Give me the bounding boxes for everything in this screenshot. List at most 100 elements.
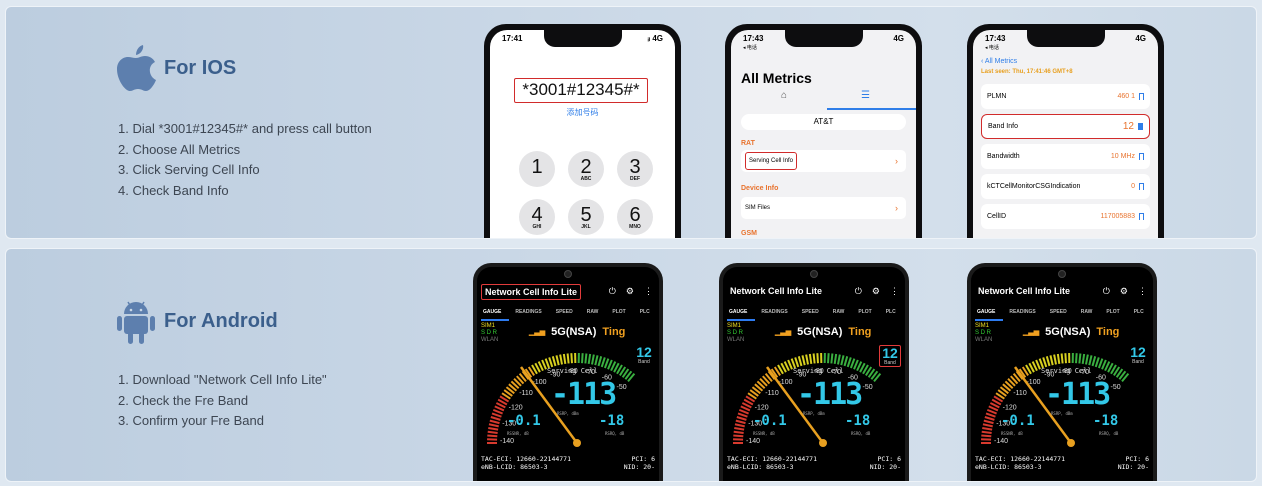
- tab-readings[interactable]: READINGS: [515, 309, 541, 315]
- gauge-tick: [548, 357, 554, 368]
- gauge-tick: [1078, 353, 1082, 364]
- key-letters: DEF: [630, 176, 640, 182]
- tab-plc[interactable]: PLC: [1134, 309, 1144, 315]
- plmn-row[interactable]: PLMN 460 1: [981, 84, 1150, 109]
- nid: NID: 20-: [869, 463, 901, 471]
- serving-cell-label: Serving Cell: [793, 367, 844, 375]
- key-5[interactable]: 5 JKL: [568, 199, 604, 235]
- bookmark-icon[interactable]: [1139, 153, 1144, 160]
- tab-readings[interactable]: READINGS: [1009, 309, 1035, 315]
- gauge-tick-label: -50: [863, 384, 873, 391]
- tac-eci: TAC-ECI: 12660-22144771: [975, 455, 1066, 463]
- key-4[interactable]: 4 GHI: [519, 199, 555, 235]
- tab-raw[interactable]: RAW: [833, 309, 845, 315]
- key-6[interactable]: 6 MNO: [617, 199, 653, 235]
- gauge-tick-label: -110: [765, 390, 779, 397]
- rsrp-value: -113: [797, 377, 863, 412]
- more-icon[interactable]: ⋮: [890, 286, 899, 297]
- rsrp-unit: RSRP, dBm: [1051, 411, 1073, 416]
- gear-icon[interactable]: ⚙: [872, 286, 880, 297]
- power-icon[interactable]: ⏻: [855, 286, 862, 297]
- sim-label: SIM1: [975, 323, 990, 329]
- row-key: CellID: [987, 213, 1007, 220]
- tab-gauge[interactable]: GAUGE: [729, 309, 747, 315]
- row-value: 12: [1122, 121, 1134, 132]
- all-metrics-nav[interactable]: ‹ All Metrics: [981, 58, 1017, 65]
- gauge-tick: [587, 353, 592, 365]
- nav-label: All Metrics: [984, 58, 1018, 65]
- tab-speed[interactable]: SPEED: [802, 309, 819, 315]
- tab-plot[interactable]: PLOT: [612, 309, 625, 315]
- gauge-tick: [1056, 353, 1061, 365]
- tab-plot[interactable]: PLOT: [858, 309, 871, 315]
- gauge-tick: [736, 416, 747, 421]
- gauge-tick: [738, 408, 749, 415]
- gauge-tick: [734, 427, 745, 431]
- sim-files-row[interactable]: SIM Files ›: [741, 197, 906, 219]
- band-info-row[interactable]: Band Info 12: [981, 114, 1150, 139]
- back-link[interactable]: ◂ 电话: [985, 44, 999, 51]
- more-icon[interactable]: ⋮: [1138, 286, 1147, 297]
- key-3[interactable]: 3 DEF: [617, 151, 653, 187]
- tab-plc[interactable]: PLC: [886, 309, 896, 315]
- app-toolbar: ⏻ ⚙ ⋮: [609, 286, 653, 297]
- more-icon[interactable]: ⋮: [644, 286, 653, 297]
- android-header: For Android: [116, 294, 278, 348]
- cellid-row[interactable]: CellID 117005883: [981, 204, 1150, 229]
- camera-hole: [810, 270, 818, 278]
- gauge-tick: [1094, 357, 1100, 368]
- gauge-tick: [492, 408, 503, 415]
- section-rat: RAT: [741, 140, 755, 147]
- row-key: Bandwidth: [987, 153, 1020, 160]
- csg-row[interactable]: kCTCellMonitorCSGIndication 0: [981, 174, 1150, 199]
- gauge-tick: [846, 357, 852, 368]
- bookmark-icon[interactable]: [1139, 183, 1144, 190]
- sim-label: SIM1: [727, 323, 742, 329]
- rsrq-value: -18: [845, 413, 871, 429]
- tab-readings[interactable]: READINGS: [761, 309, 787, 315]
- gauge-tick: [555, 355, 560, 366]
- gauge-tick: [491, 412, 502, 418]
- android-icon: [117, 301, 155, 344]
- tab-raw[interactable]: RAW: [587, 309, 599, 315]
- tab-gauge[interactable]: GAUGE: [483, 309, 501, 315]
- gauge-tick: [597, 356, 603, 367]
- bookmark-icon[interactable]: [1139, 93, 1144, 100]
- bookmark-icon[interactable]: [1139, 213, 1144, 220]
- serving-cell-row[interactable]: Serving Cell Info ›: [741, 150, 906, 172]
- tab-plot[interactable]: PLOT: [1106, 309, 1119, 315]
- gauge-hub: [573, 439, 581, 447]
- pci: PCI: 6: [631, 455, 655, 463]
- bandwidth-row[interactable]: Bandwidth 10 MHz: [981, 144, 1150, 169]
- key-1[interactable]: 1: [519, 151, 555, 187]
- gear-icon[interactable]: ⚙: [1120, 286, 1128, 297]
- row-value: 117005883: [1100, 213, 1135, 220]
- power-icon[interactable]: ⏻: [609, 286, 616, 297]
- tab-gauge[interactable]: GAUGE: [977, 309, 995, 315]
- enb-lcid: eNB-LCID: 86503-3: [727, 463, 794, 471]
- home-tab-icon[interactable]: ⌂: [781, 90, 787, 101]
- row-value: 460 1: [1117, 93, 1135, 100]
- gauge-tick-label: -120: [755, 404, 769, 411]
- gauge-tick: [559, 354, 563, 365]
- dial-input[interactable]: *3001#12345#*: [514, 78, 648, 103]
- list-tab-icon[interactable]: ☰: [861, 90, 870, 101]
- carrier-selector[interactable]: AT&T: [741, 114, 906, 130]
- tab-plc[interactable]: PLC: [640, 309, 650, 315]
- tab-raw[interactable]: RAW: [1081, 309, 1093, 315]
- back-link[interactable]: ◂ 电话: [743, 44, 757, 51]
- key-2[interactable]: 2 ABC: [568, 151, 604, 187]
- serving-cell-label: Serving Cell: [1041, 367, 1092, 375]
- gear-icon[interactable]: ⚙: [626, 286, 634, 297]
- tab-speed[interactable]: SPEED: [556, 309, 573, 315]
- power-icon[interactable]: ⏻: [1103, 286, 1110, 297]
- app-title: Network Cell Info Lite: [481, 284, 582, 300]
- ios-step-1: 1. Dial *3001#12345#* and press call but…: [118, 121, 372, 136]
- app-tabs: GAUGE READINGS SPEED RAW PLOT PLC: [977, 309, 1153, 315]
- add-number-link[interactable]: 添加号码: [490, 107, 675, 118]
- bookmark-icon[interactable]: [1138, 123, 1143, 130]
- status-signal: 4G: [1135, 34, 1146, 43]
- gauge-hub: [819, 439, 827, 447]
- tab-speed[interactable]: SPEED: [1050, 309, 1067, 315]
- gauge-tick: [849, 358, 856, 369]
